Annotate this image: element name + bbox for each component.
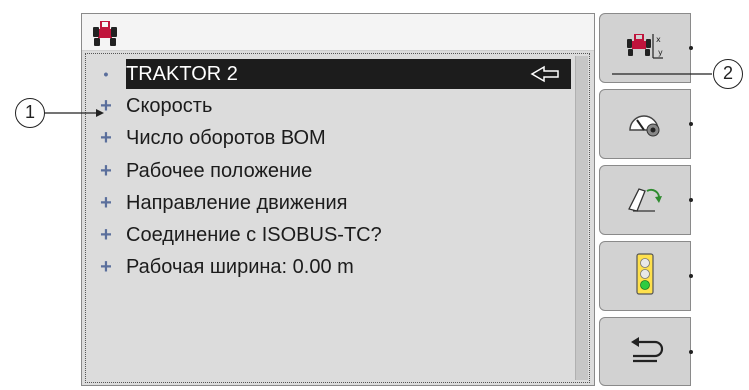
list-bullet: •: [103, 66, 109, 82]
callout-1: 1: [15, 98, 45, 128]
left-arrow-icon: [530, 64, 560, 89]
callout-2: 2: [713, 59, 743, 89]
callout-arrow-1: [96, 109, 104, 117]
callout-lines: [44, 73, 712, 117]
list-item-label: TRAKTOR 2: [126, 62, 238, 85]
